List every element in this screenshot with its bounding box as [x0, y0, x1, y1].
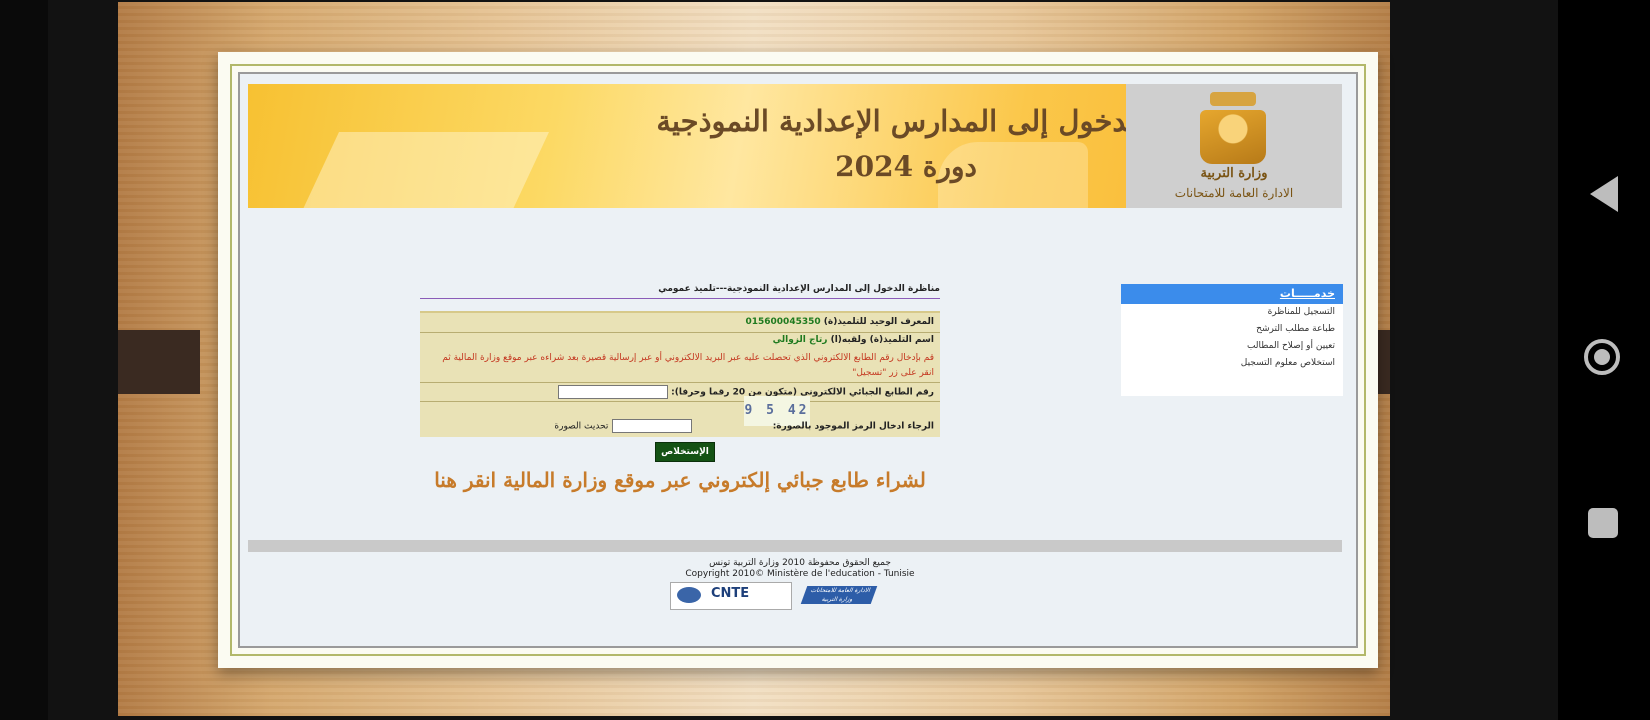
exams-department-logo[interactable]: الادارة العامة للامتحانات وزارة التربية — [800, 586, 878, 604]
student-name-label: اسم التلميذ(ة) ولقبه(ا) — [830, 335, 934, 345]
row-divider — [420, 332, 940, 333]
services-link-print[interactable]: طباعة مطلب الترشح — [1121, 321, 1343, 338]
services-link-payment[interactable]: استخلاص معلوم التسجيل — [1121, 355, 1343, 372]
buy-stamp-link[interactable]: لشراء طابع جبائي إلكتروني عبر موقع وزارة… — [420, 468, 940, 492]
copyright-french: Copyright 2010© Ministère de l'education… — [685, 569, 915, 579]
seal-icon — [1210, 92, 1256, 106]
cnte-logo[interactable]: CNTE — [670, 582, 792, 610]
submit-button[interactable]: الإستخلاص — [655, 442, 715, 462]
book-icon — [1200, 110, 1266, 164]
header-banner: مناظرة الدخول إلى المدارس الإعدادية النم… — [248, 84, 1342, 208]
student-id-row: المعرف الوحيد للتلميذ(ة) 015600045350 — [426, 317, 934, 327]
wood-strap-left — [118, 330, 200, 394]
banner-decoration — [297, 132, 549, 208]
logo-ministry-name: وزارة التربية — [1200, 166, 1268, 181]
heading-divider — [420, 298, 940, 299]
ministry-logo: وزارة التربية الادارة العامة للامتحانات — [1126, 84, 1342, 208]
student-id-label: المعرف الوحيد للتلميذ(ة) — [823, 317, 934, 327]
stamp-row: رقم الطابع الجبائي الالكتروني (متكون من … — [426, 385, 934, 399]
student-id-value: 015600045350 — [745, 317, 821, 327]
home-icon[interactable] — [1584, 339, 1620, 375]
refresh-captcha-link[interactable]: تحديث الصورة — [554, 422, 608, 432]
instructions-text: قم بإدخال رقم الطابع الالكتروني الذي تحص… — [442, 353, 934, 378]
page-content: مناظرة الدخول إلى المدارس الإعدادية النم… — [238, 72, 1358, 648]
payment-form: المعرف الوحيد للتلميذ(ة) 015600045350 اس… — [420, 311, 940, 437]
stamp-input[interactable] — [558, 385, 668, 399]
phone-bezel-left — [0, 0, 48, 720]
services-link-edit[interactable]: تعيين أو إصلاح المطالب — [1121, 338, 1343, 355]
recent-apps-icon[interactable] — [1588, 508, 1618, 538]
page-card: مناظرة الدخول إلى المدارس الإعدادية النم… — [218, 52, 1378, 668]
captcha-row: الرجاء ادخال الرمز الموجود بالصورة: تحدي… — [426, 419, 934, 433]
row-divider — [420, 382, 940, 383]
row-divider — [420, 401, 940, 402]
student-name-row: اسم التلميذ(ة) ولقبه(ا) رتاج الزوالي — [426, 335, 934, 345]
back-icon[interactable] — [1590, 176, 1618, 212]
footer-logos: CNTE الادارة العامة للامتحانات وزارة الت… — [670, 582, 930, 610]
services-menu: خدمـــــات التسجيل للمناظرة طباعة مطلب ا… — [1121, 284, 1343, 396]
banner-session: دورة 2024 — [835, 150, 977, 183]
captcha-label: الرجاء ادخال الرمز الموجود بالصورة: — [772, 421, 934, 432]
services-link-register[interactable]: التسجيل للمناظرة — [1121, 304, 1343, 321]
copyright-arabic: جميع الحقوق محفوظة 2010 وزارة التربية تو… — [709, 558, 891, 568]
form-heading: مناظرة الدخول إلى المدارس الإعدادية النم… — [658, 284, 940, 294]
logo-department-name: الادارة العامة للامتحانات — [1174, 186, 1294, 200]
copyright: جميع الحقوق محفوظة 2010 وزارة التربية تو… — [620, 558, 980, 580]
footer-bar — [248, 540, 1342, 552]
page-frame: مناظرة الدخول إلى المدارس الإعدادية النم… — [230, 64, 1366, 656]
services-header: خدمـــــات — [1121, 284, 1343, 304]
student-name-value: رتاج الزوالي — [772, 335, 828, 345]
captcha-input[interactable] — [611, 419, 692, 433]
